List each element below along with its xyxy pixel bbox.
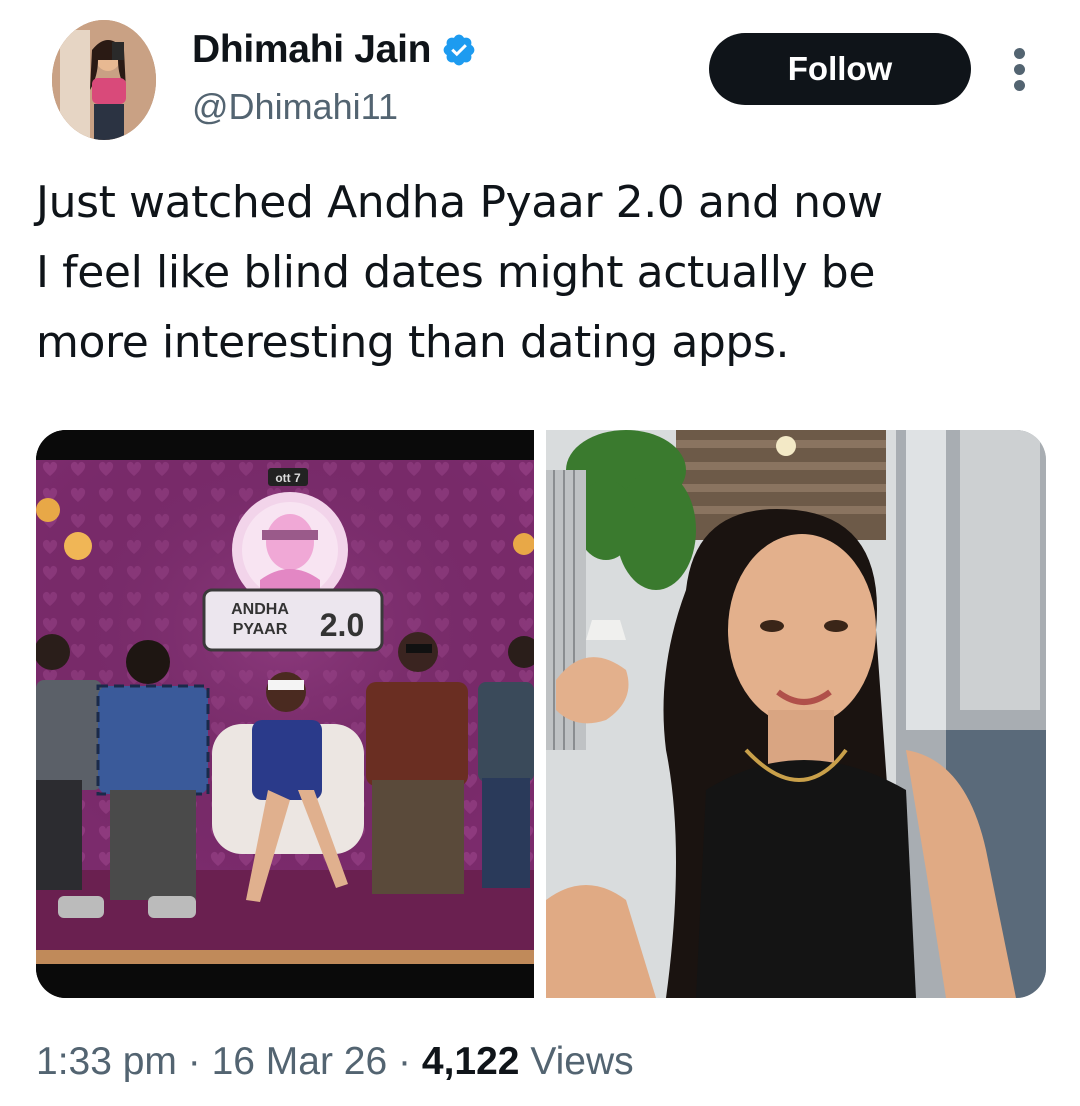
tweet-text: Just watched Andha Pyaar 2.0 and now I f… <box>36 168 1046 378</box>
author-handle[interactable]: @Dhimahi11 <box>192 86 398 128</box>
author-display-name[interactable]: Dhimahi Jain <box>192 28 431 72</box>
tweet-time[interactable]: 1:33 pm <box>36 1040 177 1083</box>
separator-dot: · <box>387 1040 422 1083</box>
media-image-show-stage[interactable]: ott 7 ANDHA PYAAR 2.0 <box>36 430 534 998</box>
show-title-version: 2.0 <box>320 607 364 643</box>
views-label: Views <box>519 1040 634 1083</box>
profile-avatar[interactable] <box>52 20 156 140</box>
channel-logo: ott 7 <box>275 471 301 485</box>
author-name-row[interactable]: Dhimahi Jain <box>192 28 477 72</box>
show-title-line2: PYAAR <box>233 621 288 638</box>
views-count: 4,122 <box>421 1040 520 1083</box>
verified-badge-icon <box>443 34 475 66</box>
tweet-text-line: I feel like blind dates might actually b… <box>36 247 876 298</box>
media-image-selfie[interactable] <box>546 430 1046 998</box>
tweet-meta: 1:33 pm · 16 Mar 26 · 4,122 Views <box>36 1040 634 1084</box>
follow-button[interactable]: Follow <box>709 33 971 105</box>
show-title-line1: ANDHA <box>231 601 289 618</box>
tweet-date[interactable]: 16 Mar 26 <box>212 1040 388 1083</box>
more-vertical-icon[interactable] <box>1008 48 1032 92</box>
tweet-text-line: Just watched Andha Pyaar 2.0 and now <box>36 177 883 228</box>
tweet-text-line: more interesting than dating apps. <box>36 317 790 368</box>
separator-dot: · <box>176 1040 212 1083</box>
